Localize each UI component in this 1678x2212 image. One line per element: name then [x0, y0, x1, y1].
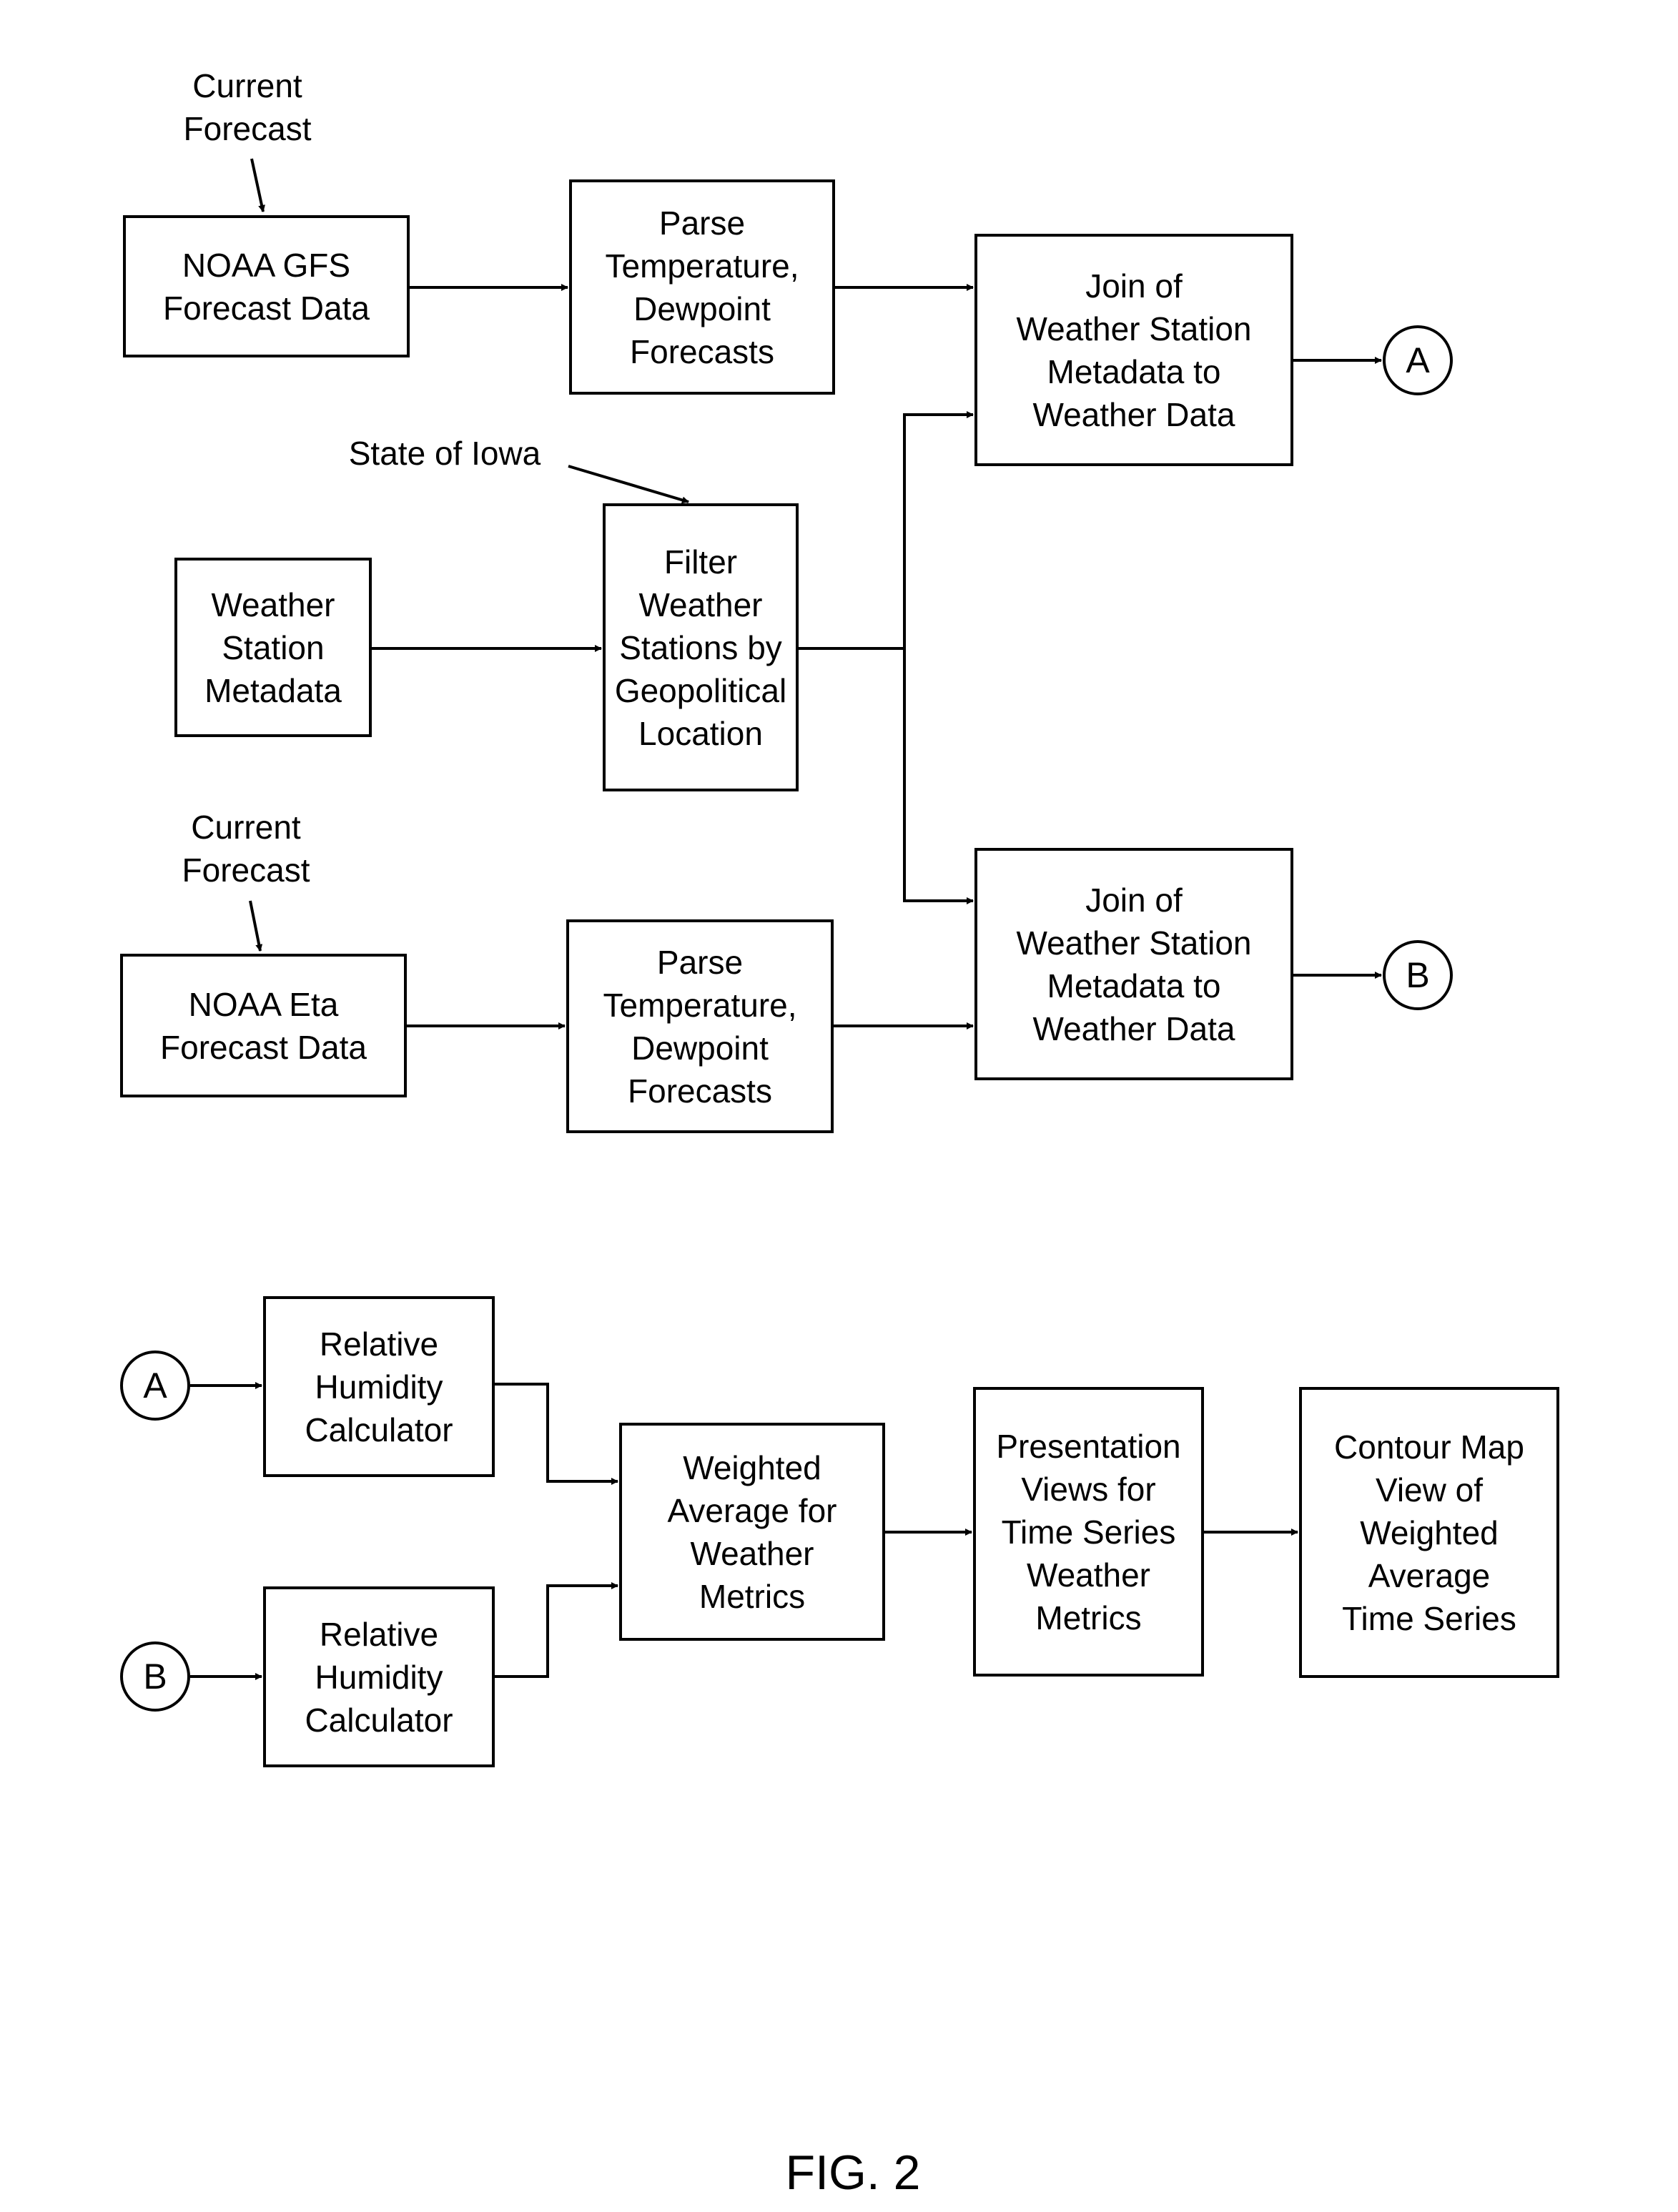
noaa-eta-forecast-box: NOAA Eta Forecast Data	[120, 954, 407, 1097]
metadata-label: Weather Station Metadata	[204, 586, 342, 709]
arrow-current-forecast-to-gfs	[250, 158, 265, 212]
arrow-rh-b-to-weighted	[495, 1582, 618, 1678]
weighted-average-box: Weighted Average for Weather Metrics	[619, 1423, 885, 1641]
rh-label-b: Relative Humidity Calculator	[305, 1615, 453, 1739]
join-box-b: Join of Weather Station Metadata to Weat…	[974, 848, 1293, 1080]
connector-b-in: B	[120, 1641, 190, 1712]
figure-label: FIG. 2	[785, 2146, 921, 2200]
arrow-rh-a-to-weighted	[495, 1383, 618, 1485]
join-label-b: Join of Weather Station Metadata to Weat…	[1016, 881, 1252, 1047]
current-forecast-label-bottom: Current Forecast	[182, 809, 310, 889]
state-of-iowa-label: State of Iowa	[348, 435, 541, 472]
connector-a-out: A	[1383, 325, 1453, 395]
rh-label-a: Relative Humidity Calculator	[305, 1325, 453, 1448]
arrow-iowa-to-filter	[568, 465, 689, 504]
connector-b-out: B	[1383, 940, 1453, 1010]
contour-map-box: Contour Map View of Weighted Average Tim…	[1299, 1387, 1559, 1678]
noaa-gfs-label: NOAA GFS Forecast Data	[163, 246, 370, 327]
weather-station-metadata-box: Weather Station Metadata	[174, 558, 372, 737]
presentation-label: Presentation Views for Time Series Weath…	[996, 1427, 1181, 1636]
arrow-filter-to-join-a	[799, 411, 974, 650]
filter-label: Filter Weather Stations by Geopolitical …	[614, 543, 787, 752]
contour-map-label: Contour Map View of Weighted Average Tim…	[1334, 1428, 1524, 1637]
rh-calculator-box-a: Relative Humidity Calculator	[263, 1296, 495, 1477]
current-forecast-label-top: Current Forecast	[183, 67, 312, 147]
noaa-gfs-forecast-box: NOAA GFS Forecast Data	[123, 215, 410, 357]
filter-stations-box: Filter Weather Stations by Geopolitical …	[603, 503, 799, 791]
join-label-a: Join of Weather Station Metadata to Weat…	[1016, 267, 1252, 433]
rh-calculator-box-b: Relative Humidity Calculator	[263, 1586, 495, 1767]
parse-forecasts-box-bottom: Parse Temperature, Dewpoint Forecasts	[566, 919, 834, 1133]
presentation-views-box: Presentation Views for Time Series Weath…	[973, 1387, 1204, 1677]
arrow-filter-to-join-b	[903, 648, 974, 904]
join-box-a: Join of Weather Station Metadata to Weat…	[974, 234, 1293, 466]
parse-forecasts-box-top: Parse Temperature, Dewpoint Forecasts	[569, 179, 835, 395]
weighted-average-label: Weighted Average for Weather Metrics	[667, 1448, 837, 1615]
arrow-current-forecast-to-eta	[249, 900, 263, 952]
parse-label-top: Parse Temperature, Dewpoint Forecasts	[605, 204, 799, 370]
connector-a-in: A	[120, 1351, 190, 1421]
noaa-eta-label: NOAA Eta Forecast Data	[160, 985, 367, 1066]
parse-label-bottom: Parse Temperature, Dewpoint Forecasts	[603, 943, 797, 1110]
